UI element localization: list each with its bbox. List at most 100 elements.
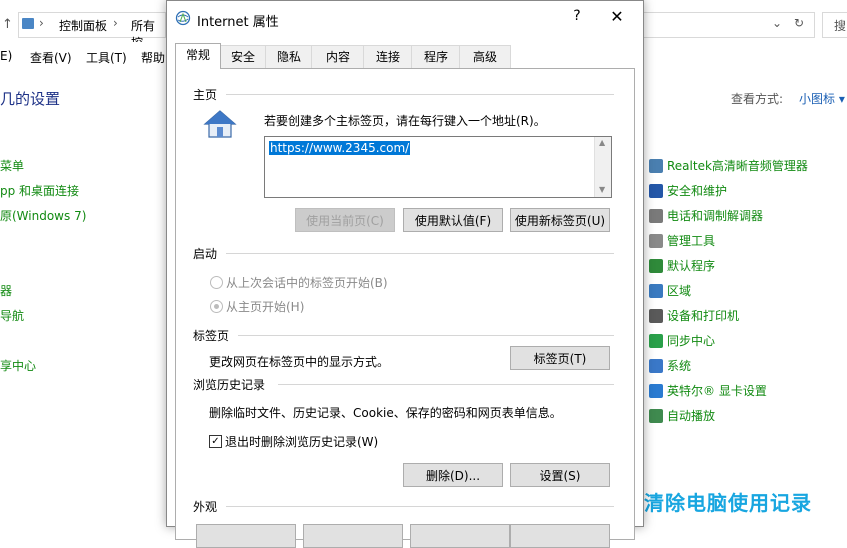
help-button[interactable]: ?: [567, 8, 587, 28]
phone-icon: [649, 208, 663, 223]
control-panel-item-label: 区域: [667, 284, 692, 298]
left-link-1[interactable]: 菜单: [0, 157, 24, 174]
search-box[interactable]: 搜: [822, 12, 847, 38]
history-settings-button[interactable]: 设置(S): [510, 463, 610, 487]
tabs-description: 更改网页在标签页中的显示方式。: [209, 355, 390, 369]
use-new-tab-button[interactable]: 使用新标签页(U): [510, 208, 610, 232]
left-link-4[interactable]: 器: [0, 282, 12, 299]
control-panel-item-label: 设备和打印机: [667, 309, 740, 323]
control-panel-icon: [22, 18, 34, 29]
check-icon: [649, 258, 663, 273]
delete-history-button[interactable]: 删除(D)...: [403, 463, 503, 487]
intel-icon: [649, 383, 663, 398]
tab-privacy[interactable]: 隐私: [265, 45, 313, 68]
control-panel-item[interactable]: 电话和调制解调器: [649, 207, 763, 224]
menu-help[interactable]: 帮助: [141, 49, 165, 66]
menu-tools[interactable]: 工具(T): [86, 49, 127, 66]
history-section-label: 浏览历史记录: [193, 378, 266, 392]
startup-last-session-radio[interactable]: [210, 276, 223, 289]
monitor-icon: [649, 358, 663, 373]
delete-on-exit-label: 退出时删除浏览历史记录(W): [225, 435, 379, 449]
scroll-down-icon[interactable]: ▼: [599, 185, 605, 194]
tab-security[interactable]: 安全: [219, 45, 267, 68]
control-panel-item[interactable]: 同步中心: [649, 332, 715, 349]
radio-selected-dot: [214, 304, 219, 309]
control-panel-item[interactable]: 设备和打印机: [649, 307, 739, 324]
home-section-divider: [226, 94, 614, 95]
history-description: 删除临时文件、历史记录、Cookie、保存的密码和网页表单信息。: [209, 406, 562, 420]
home-page-section-label: 主页: [193, 88, 218, 102]
left-link-3[interactable]: 原(Windows 7): [0, 207, 86, 224]
close-button[interactable]: ✕: [605, 7, 629, 29]
autoplay-icon: [649, 408, 663, 423]
globe-icon: [649, 283, 663, 298]
tabs-section-label: 标签页: [193, 329, 230, 343]
up-arrow-icon[interactable]: ↑: [2, 17, 13, 32]
colors-button-partial[interactable]: [196, 524, 296, 548]
control-panel-item[interactable]: 安全和维护: [649, 182, 727, 199]
scroll-up-icon[interactable]: ▲: [599, 138, 605, 147]
home-url-textarea[interactable]: https://www.2345.com/ ▲ ▼: [264, 136, 612, 198]
appearance-section-divider: [226, 506, 614, 507]
general-tab-panel: 主页 若要创建多个主标签页，请在每行键入一个地址(R)。 https://www…: [175, 68, 635, 548]
chevron-down-icon[interactable]: ⌄: [772, 16, 782, 30]
tabs-settings-button[interactable]: 标签页(T): [510, 346, 610, 370]
internet-options-dialog: Internet 属性 ? ✕ 常规 安全 隐私 内容 连接 程序 高级 主页 …: [166, 0, 644, 548]
breadcrumb-sep-icon: ›: [113, 16, 118, 30]
control-panel-item-label: 默认程序: [667, 259, 716, 273]
watermark-text: 清除电脑使用记录: [644, 491, 812, 515]
refresh-icon[interactable]: ↻: [794, 16, 804, 30]
left-link-6[interactable]: 享中心: [0, 357, 36, 374]
tab-advanced[interactable]: 高级: [459, 45, 511, 68]
menu-view[interactable]: 查看(V): [30, 49, 72, 66]
control-panel-item[interactable]: 自动播放: [649, 407, 715, 424]
tabs-section-divider: [238, 335, 614, 336]
control-panel-item[interactable]: 区域: [649, 282, 691, 299]
control-panel-item-label: 英特尔® 显卡设置: [667, 384, 767, 398]
flag-icon: [649, 183, 663, 198]
use-default-button[interactable]: 使用默认值(F): [403, 208, 503, 232]
left-link-2[interactable]: pp 和桌面连接: [0, 182, 79, 199]
fonts-button-partial[interactable]: [410, 524, 510, 548]
control-panel-item-label: 同步中心: [667, 334, 716, 348]
speaker-icon: [649, 158, 663, 173]
delete-on-exit-checkbox[interactable]: ✓: [209, 435, 222, 448]
search-label: 搜: [834, 19, 847, 33]
tools-icon: [649, 233, 663, 248]
textarea-scrollbar[interactable]: ▲ ▼: [594, 137, 611, 197]
breadcrumb-control-panel[interactable]: 控制面板: [59, 17, 107, 34]
accessibility-button-partial[interactable]: [510, 524, 610, 548]
control-panel-item-label: 管理工具: [667, 234, 716, 248]
menu-edit[interactable]: E): [0, 49, 12, 63]
chevron-down-icon: ▾: [838, 92, 845, 106]
startup-section-divider: [226, 253, 614, 254]
internet-globe-icon: [175, 10, 191, 26]
control-panel-item-label: 安全和维护: [667, 184, 728, 198]
control-panel-item-label: Realtek高清晰音频管理器: [667, 159, 808, 173]
control-panel-item[interactable]: Realtek高清晰音频管理器: [649, 157, 808, 174]
control-panel-item[interactable]: 管理工具: [649, 232, 715, 249]
appearance-section-label: 外观: [193, 500, 218, 514]
home-instruction: 若要创建多个主标签页，请在每行键入一个地址(R)。: [264, 114, 546, 128]
view-by-dropdown[interactable]: 小图标 ▾: [799, 90, 845, 107]
languages-button-partial[interactable]: [303, 524, 403, 548]
control-panel-item[interactable]: 英特尔® 显卡设置: [649, 382, 767, 399]
address-bar[interactable]: › 控制面板 › 所有控: [18, 12, 166, 50]
control-panel-item[interactable]: 默认程序: [649, 257, 715, 274]
tab-content[interactable]: 内容: [311, 45, 365, 68]
startup-home-page-label: 从主页开始(H): [226, 300, 305, 314]
printer-icon: [649, 308, 663, 323]
control-panel-item-label: 自动播放: [667, 409, 716, 423]
tab-connections[interactable]: 连接: [363, 45, 413, 68]
tab-programs[interactable]: 程序: [411, 45, 461, 68]
home-icon: [203, 110, 237, 138]
control-panel-item[interactable]: 系统: [649, 357, 691, 374]
control-panel-item-label: 电话和调制解调器: [667, 209, 764, 223]
control-panel-item-label: 系统: [667, 359, 692, 373]
startup-home-page-radio[interactable]: [210, 300, 223, 313]
address-bar-right[interactable]: ⌄ ↻: [643, 12, 815, 38]
sync-icon: [649, 333, 663, 348]
use-current-button[interactable]: 使用当前页(C): [295, 208, 395, 232]
left-link-5[interactable]: 导航: [0, 307, 24, 324]
tab-general[interactable]: 常规: [175, 43, 221, 69]
